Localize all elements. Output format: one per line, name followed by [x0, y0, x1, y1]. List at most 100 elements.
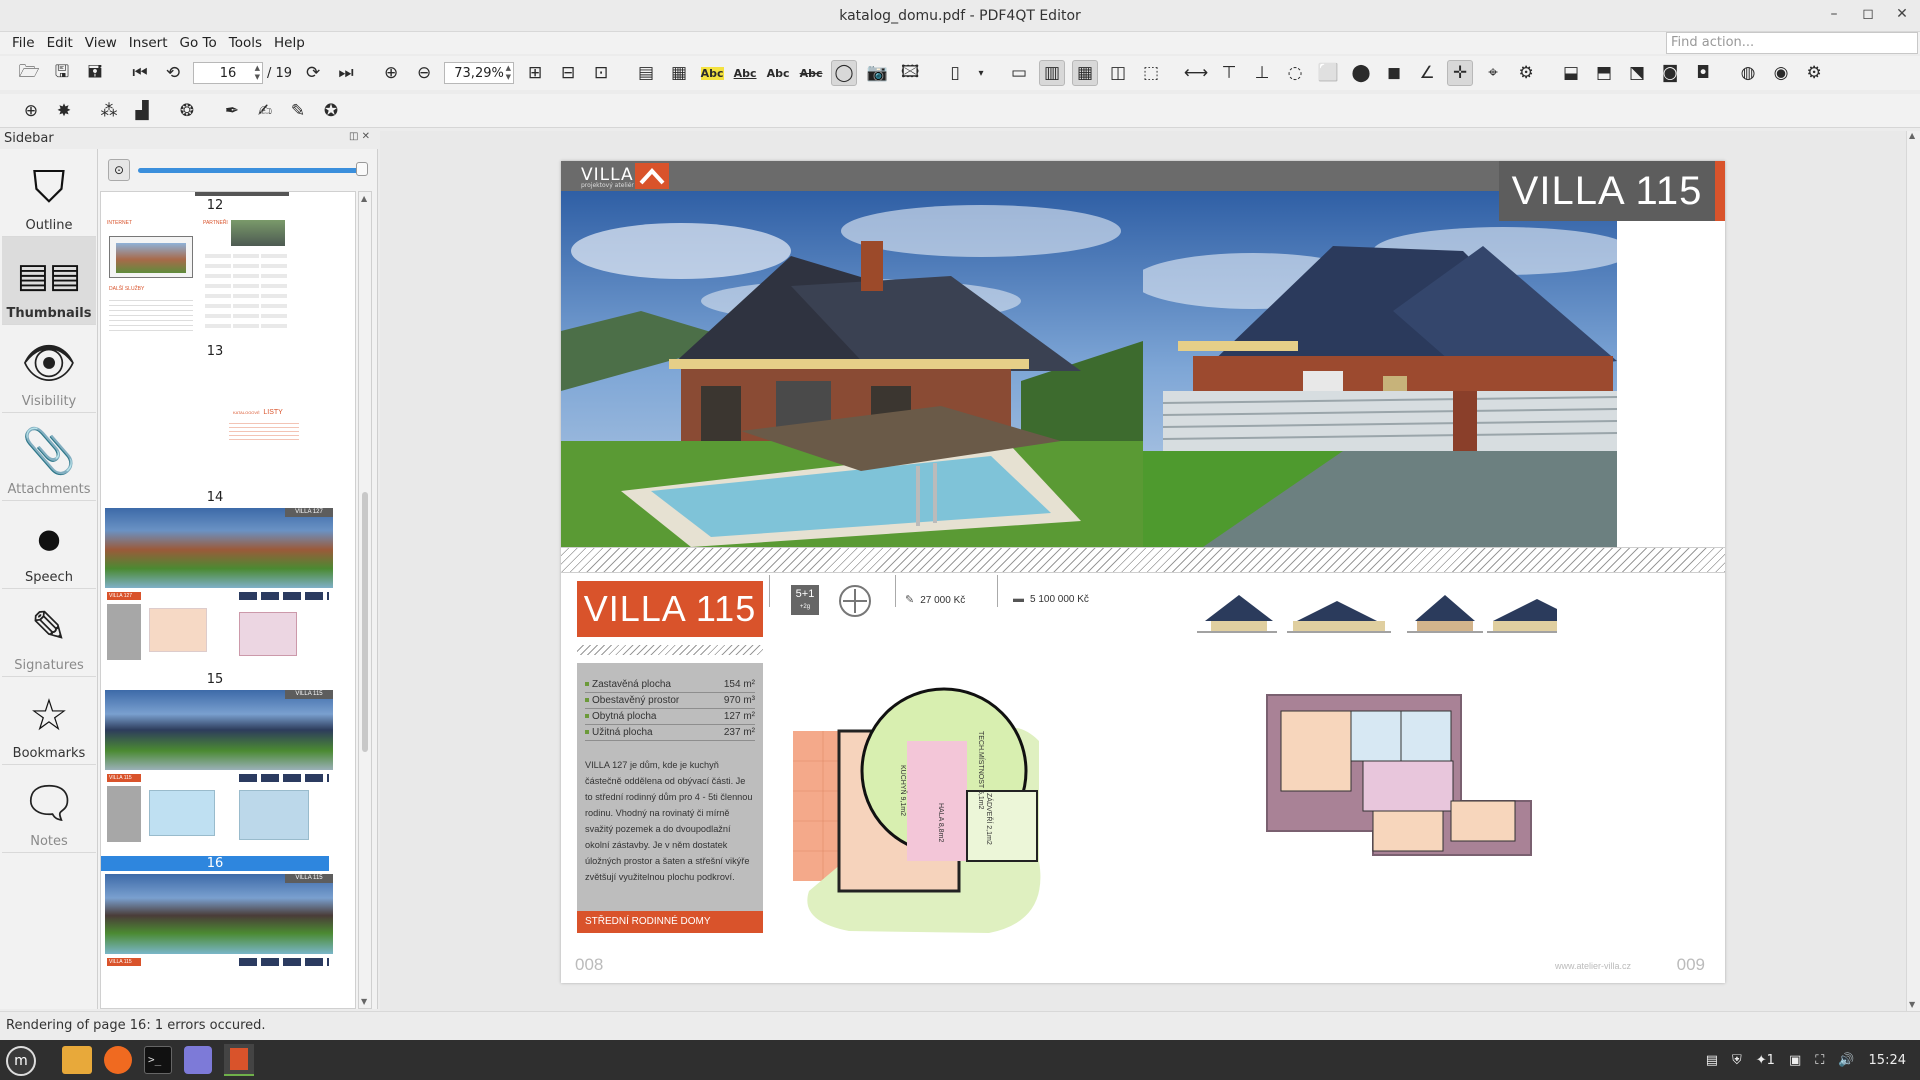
page-spin-icon[interactable]: ▲ ▼ — [255, 64, 260, 82]
measure-distance-icon[interactable]: ⟷ — [1183, 60, 1209, 86]
clipboard-icon[interactable]: ▤ — [1706, 1053, 1718, 1068]
color-check-icon[interactable]: ◉ — [1768, 60, 1794, 86]
scroll-down-icon[interactable]: ▼ — [361, 997, 367, 1006]
squiggly-icon[interactable]: Abc — [765, 60, 791, 86]
document-view[interactable]: VILLA projektový ateliér VILLA 115 VILLA… — [380, 131, 1906, 1011]
menu-insert[interactable]: Insert — [123, 35, 174, 51]
pdf4qt-icon[interactable] — [224, 1044, 254, 1076]
thumbnail-page-14[interactable]: VILLA 127 VILLA 127 — [105, 508, 333, 672]
scroll-up-icon[interactable]: ▲ — [1909, 131, 1915, 140]
slider-handle[interactable] — [356, 162, 368, 176]
thumbnail-page-16[interactable]: VILLA 115 VILLA 115 — [105, 874, 333, 1008]
minimize-button[interactable]: – — [1826, 6, 1842, 22]
network-icon[interactable]: ⛶ — [1815, 1053, 1824, 1068]
zoom-in-icon[interactable]: ⊕ — [378, 60, 404, 86]
export-icon-5[interactable]: ◘ — [1690, 60, 1716, 86]
fit-height-icon[interactable]: ⊡ — [588, 60, 614, 86]
files-icon[interactable] — [62, 1046, 92, 1074]
document-scrollbar[interactable]: ▲ ▼ — [1906, 131, 1920, 1011]
measure-area-icon[interactable]: ⬤ — [1348, 60, 1374, 86]
terminal-icon[interactable]: >_ — [144, 1046, 172, 1074]
color-palette-icon[interactable]: ◍ — [1735, 60, 1761, 86]
thumbnail-zoom-icon[interactable]: ⊙ — [108, 159, 130, 181]
last-page-icon[interactable]: ⏭ — [333, 60, 359, 86]
thumbnail-size-slider[interactable] — [138, 168, 360, 173]
tab-visibility[interactable]: 👁 Visibility — [2, 325, 96, 413]
next-page-icon[interactable]: ⟳ — [300, 60, 326, 86]
sign-check-icon[interactable]: ✍ — [252, 98, 278, 124]
sign-pen-icon[interactable]: ✒ — [219, 98, 245, 124]
strikeout-icon[interactable]: Abc — [798, 60, 824, 86]
thumbnail-page-15[interactable]: VILLA 115 VILLA 115 — [105, 690, 333, 856]
save-icon[interactable]: 🖫 — [49, 60, 75, 86]
export-icon-3[interactable]: ⬔ — [1624, 60, 1650, 86]
zoom-spin-icon[interactable]: ▲ ▼ — [506, 64, 511, 82]
export-icon-2[interactable]: ⬒ — [1591, 60, 1617, 86]
magnifier-icon[interactable]: ◯ — [831, 60, 858, 86]
single-page-icon[interactable]: ▭ — [1006, 60, 1032, 86]
measure-rect-icon[interactable]: ⬜ — [1315, 60, 1341, 86]
select-table-icon[interactable]: ▦ — [666, 60, 692, 86]
measure-height-icon[interactable]: ⊤ — [1216, 60, 1242, 86]
maximize-button[interactable]: ◻ — [1860, 6, 1876, 22]
updates-icon[interactable]: ▣ — [1789, 1053, 1801, 1068]
rotate-view-icon[interactable]: ▯ — [942, 60, 968, 86]
thumbnail-page-13[interactable]: KATALOGOVÉ LISTY — [105, 362, 333, 490]
thumbnails-scrollbar[interactable]: ▲ ▼ — [358, 191, 372, 1009]
highlight-icon[interactable]: Abc — [699, 60, 725, 86]
notification-icon[interactable]: ✦1 — [1756, 1053, 1775, 1068]
measure-perimeter-icon[interactable]: ⊥ — [1249, 60, 1275, 86]
scrollbar-thumb[interactable] — [362, 492, 368, 752]
thumbnails-list[interactable]: 12 INTERNET DALŠÍ SLUŽBY PARTNEŘI 13 KAT… — [100, 191, 356, 1009]
scroll-up-icon[interactable]: ▲ — [361, 194, 367, 203]
sound-icon[interactable]: ◫ — [1105, 60, 1131, 86]
mint-menu-icon[interactable]: m — [6, 1046, 36, 1076]
measure-angle-icon[interactable]: ∠ — [1414, 60, 1440, 86]
add-target-icon[interactable]: ⊕ — [18, 98, 44, 124]
select-area-icon[interactable]: ⬚ — [1138, 60, 1164, 86]
close-button[interactable]: ✕ — [1894, 6, 1910, 22]
extract-image-icon[interactable]: 🖾 — [897, 60, 923, 86]
crosshair-icon[interactable]: ⌖ — [1480, 60, 1506, 86]
find-action-input[interactable]: Find action... — [1666, 32, 1918, 54]
menu-tools[interactable]: Tools — [223, 35, 268, 51]
zoom-out-icon[interactable]: ⊖ — [411, 60, 437, 86]
open-file-icon[interactable]: 🗁 — [16, 60, 42, 86]
menu-edit[interactable]: Edit — [41, 35, 79, 51]
firefox-icon[interactable] — [104, 1046, 132, 1074]
snap-icon[interactable]: ✛ — [1447, 60, 1474, 86]
measure-circle-icon[interactable]: ◌ — [1282, 60, 1308, 86]
export-icon-4[interactable]: ◙ — [1657, 60, 1683, 86]
two-pages-icon[interactable]: ▥ — [1039, 60, 1066, 86]
first-page-icon[interactable]: ⏮ — [127, 60, 153, 86]
certificate-badge-icon[interactable]: ✪ — [318, 98, 344, 124]
settings-gear-icon[interactable]: ⚙ — [1513, 60, 1539, 86]
statistics-icon[interactable]: ▟ — [129, 98, 155, 124]
text-editor-icon[interactable] — [184, 1046, 212, 1074]
clock[interactable]: 15:24 — [1869, 1053, 1906, 1068]
menu-goto[interactable]: Go To — [174, 35, 223, 51]
pdf-page-spread[interactable]: VILLA projektový ateliér VILLA 115 VILLA… — [561, 161, 1725, 983]
page-number-input[interactable]: 16 ▲ ▼ — [193, 62, 263, 84]
sidebar-float-close-icon[interactable]: ◫ ✕ — [349, 131, 370, 142]
underline-icon[interactable]: Abc — [732, 60, 758, 86]
tab-speech[interactable]: ⏺ Speech — [2, 501, 96, 589]
menu-view[interactable]: View — [79, 35, 123, 51]
thumbnail-page-12[interactable]: INTERNET DALŠÍ SLUŽBY PARTNEŘI — [105, 216, 333, 344]
tab-thumbnails[interactable]: ▤▤ Thumbnails — [2, 237, 96, 325]
dropdown-arrow-icon[interactable]: ▾ — [975, 60, 987, 86]
options-gear-icon[interactable]: ⚙ — [1801, 60, 1827, 86]
tab-bookmarks[interactable]: ☆ Bookmarks — [2, 677, 96, 765]
menu-help[interactable]: Help — [268, 35, 311, 51]
zoom-input[interactable]: 73,29% ▲ ▼ — [444, 62, 515, 84]
measure-square-icon[interactable]: ◼ — [1381, 60, 1407, 86]
sign-verify-icon[interactable]: ✎ — [285, 98, 311, 124]
shield-icon[interactable]: ⛨ — [1732, 1053, 1742, 1068]
tab-attachments[interactable]: 📎 Attachments — [2, 413, 96, 501]
screenshot-icon[interactable]: 📷 — [864, 60, 890, 86]
volume-icon[interactable]: 🔊 — [1838, 1053, 1854, 1068]
star-burst-icon[interactable]: ✸ — [51, 98, 77, 124]
fit-page-icon[interactable]: ⊞ — [522, 60, 548, 86]
save-as-icon[interactable]: 🖬 — [82, 60, 108, 86]
previous-page-icon[interactable]: ⟲ — [160, 60, 186, 86]
